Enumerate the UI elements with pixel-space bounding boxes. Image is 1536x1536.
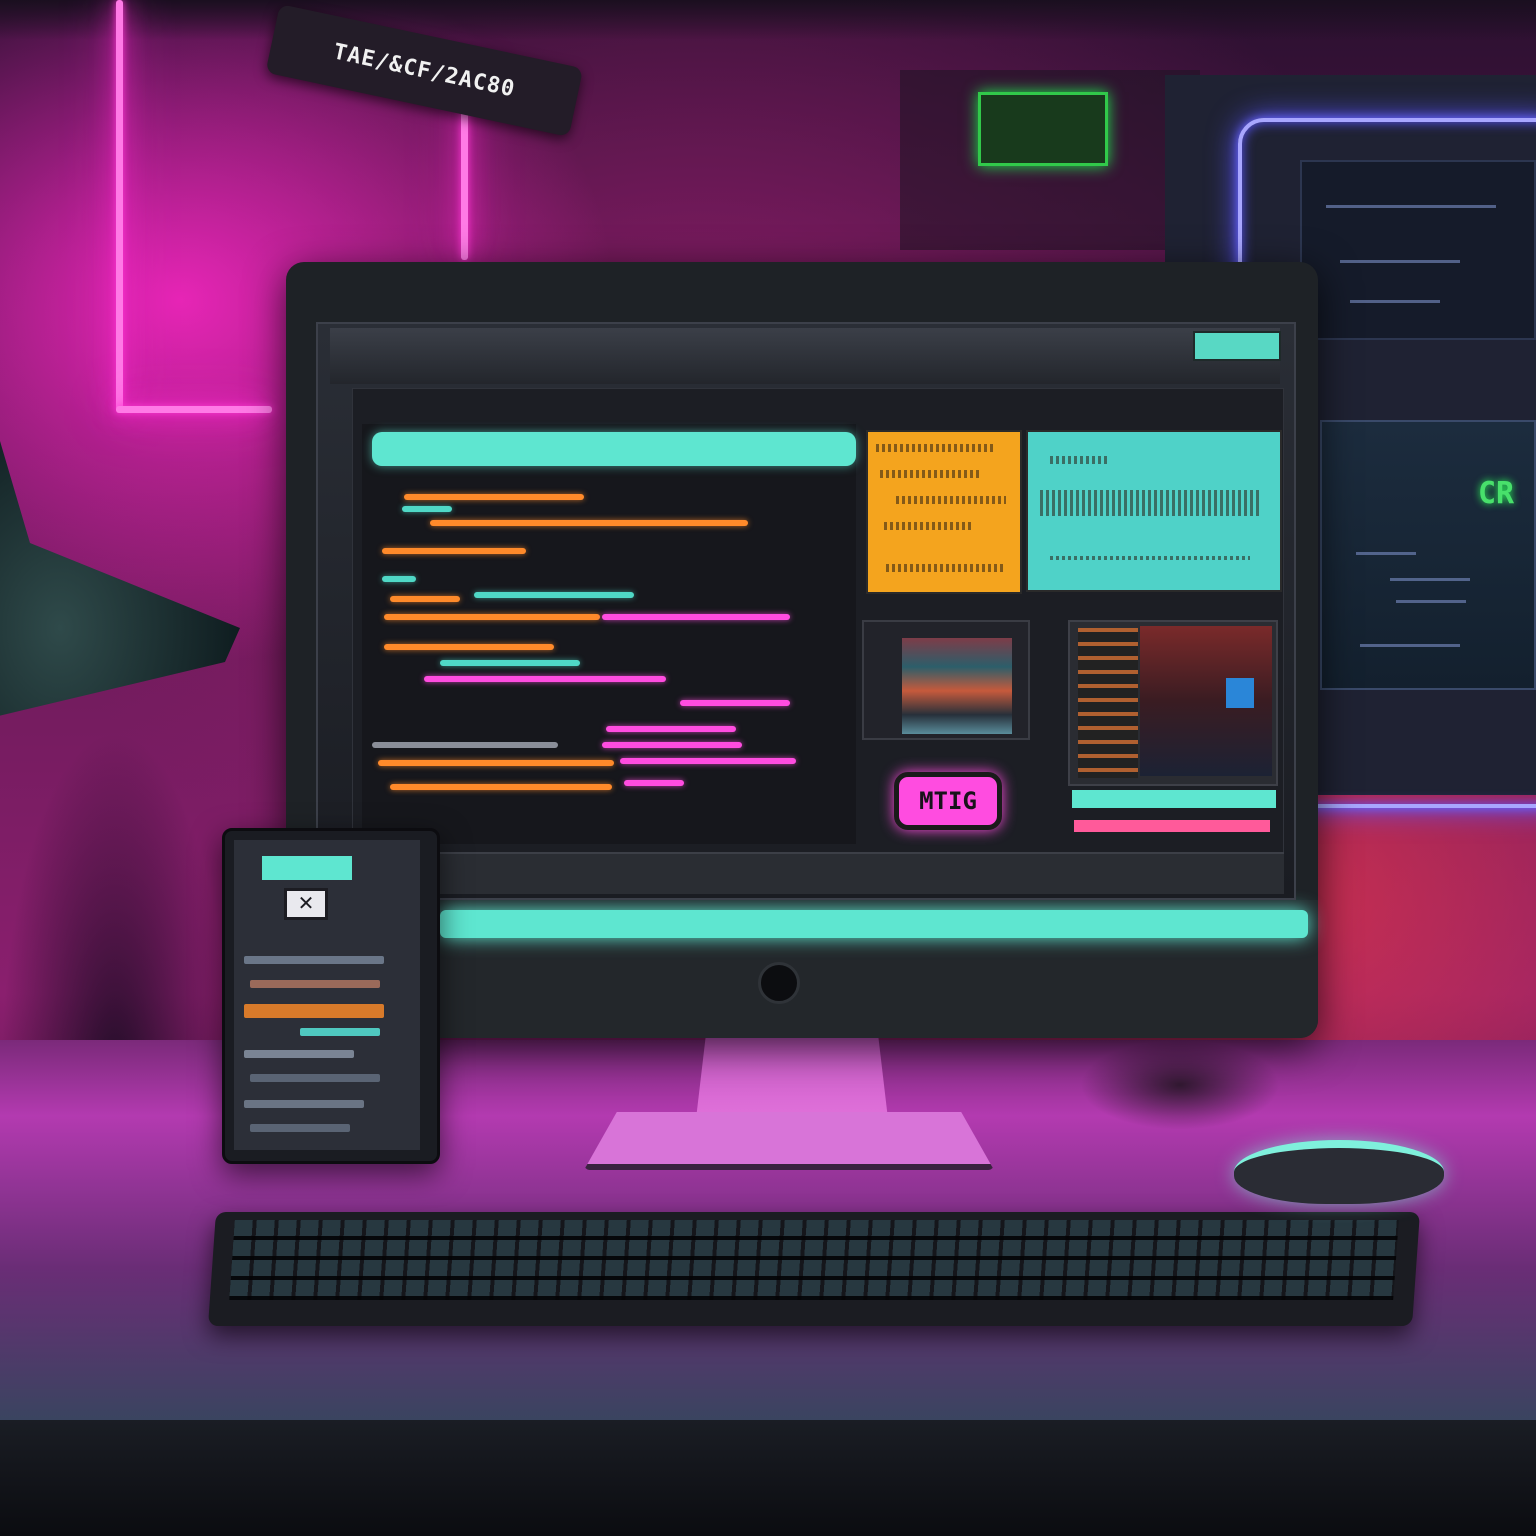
- plant-silhouette: [1080, 1040, 1280, 1130]
- tablet-content-line: [250, 1074, 380, 1082]
- code-editor-header-bar[interactable]: [372, 432, 856, 466]
- media-thumbnail-sidebar: [1078, 628, 1138, 778]
- titlebar-badge[interactable]: [1193, 331, 1281, 361]
- background-monitor-screen: [1320, 420, 1536, 690]
- monitor-stand-base: [584, 1112, 994, 1170]
- wall-sign-text: TAE/&CF/2AC80: [331, 38, 518, 102]
- screen-taskbar[interactable]: [352, 852, 1284, 894]
- close-icon: ✕: [297, 891, 315, 915]
- code-line: [390, 784, 612, 790]
- monitor-led-strip: [440, 910, 1308, 938]
- monitor-logo-icon: [758, 962, 800, 1004]
- background-monitor-screen-top: [1300, 160, 1536, 340]
- code-line: [620, 758, 796, 764]
- tablet-content-line: [244, 1050, 354, 1058]
- code-line: [440, 660, 580, 666]
- background-screen-line: [1360, 644, 1460, 647]
- card-scribble: [896, 496, 1006, 504]
- code-line: [624, 780, 684, 786]
- background-screen-text: CR: [1478, 476, 1515, 511]
- pink-progress-bar: [1074, 820, 1270, 832]
- pink-action-button-label: MTIG: [919, 787, 977, 815]
- code-line: [390, 596, 460, 602]
- desk-front-edge: [0, 1420, 1536, 1536]
- code-line: [384, 614, 600, 620]
- tablet-content-line: [250, 980, 380, 988]
- media-thumbnail-accent: [1226, 678, 1254, 708]
- tablet-content-line: [244, 956, 384, 964]
- code-line: [372, 742, 558, 748]
- background-screen-line: [1340, 260, 1460, 263]
- tablet-tab[interactable]: [262, 856, 352, 880]
- code-line: [474, 592, 634, 598]
- background-screen-line: [1356, 552, 1416, 555]
- neon-tube-bottom-horizontal: [116, 406, 272, 413]
- code-line: [430, 520, 748, 526]
- ceiling-shadow: [0, 0, 1536, 40]
- background-screen-line: [1396, 600, 1466, 603]
- code-line: [404, 494, 584, 500]
- code-line: [680, 700, 790, 706]
- media-thumbnail-image: [902, 638, 1012, 734]
- tablet-content-line: [244, 1004, 384, 1018]
- card-scribble: [1050, 556, 1250, 560]
- tablet-content-line: [250, 1124, 350, 1132]
- background-screen-line: [1350, 300, 1440, 303]
- card-scribble: [876, 444, 996, 452]
- code-line: [602, 614, 790, 620]
- card-scribble: [1040, 490, 1260, 516]
- code-line: [382, 548, 526, 554]
- code-line: [402, 506, 452, 512]
- tablet-content-line: [300, 1028, 380, 1036]
- keyboard-keys: [229, 1220, 1399, 1300]
- card-scribble: [884, 522, 974, 530]
- neon-tube-left-vertical: [116, 0, 123, 410]
- code-line: [384, 644, 554, 650]
- mouse[interactable]: [1234, 1140, 1444, 1204]
- code-line: [606, 726, 736, 732]
- code-line: [424, 676, 666, 682]
- code-line: [602, 742, 742, 748]
- green-neon-sign: [978, 92, 1108, 166]
- code-line: [382, 576, 416, 582]
- tablet-app-icon[interactable]: ✕: [284, 888, 328, 920]
- background-screen-line: [1390, 578, 1470, 581]
- code-line: [378, 760, 614, 766]
- card-scribble: [1050, 456, 1110, 464]
- pink-action-button[interactable]: MTIG: [894, 772, 1002, 830]
- code-editor-pane: [362, 424, 856, 844]
- window-titlebar: [330, 328, 1280, 384]
- background-screen-line: [1326, 205, 1496, 208]
- teal-progress-bar: [1072, 790, 1276, 808]
- tablet-content-line: [244, 1100, 364, 1108]
- card-scribble: [886, 564, 1006, 572]
- card-scribble: [880, 470, 980, 478]
